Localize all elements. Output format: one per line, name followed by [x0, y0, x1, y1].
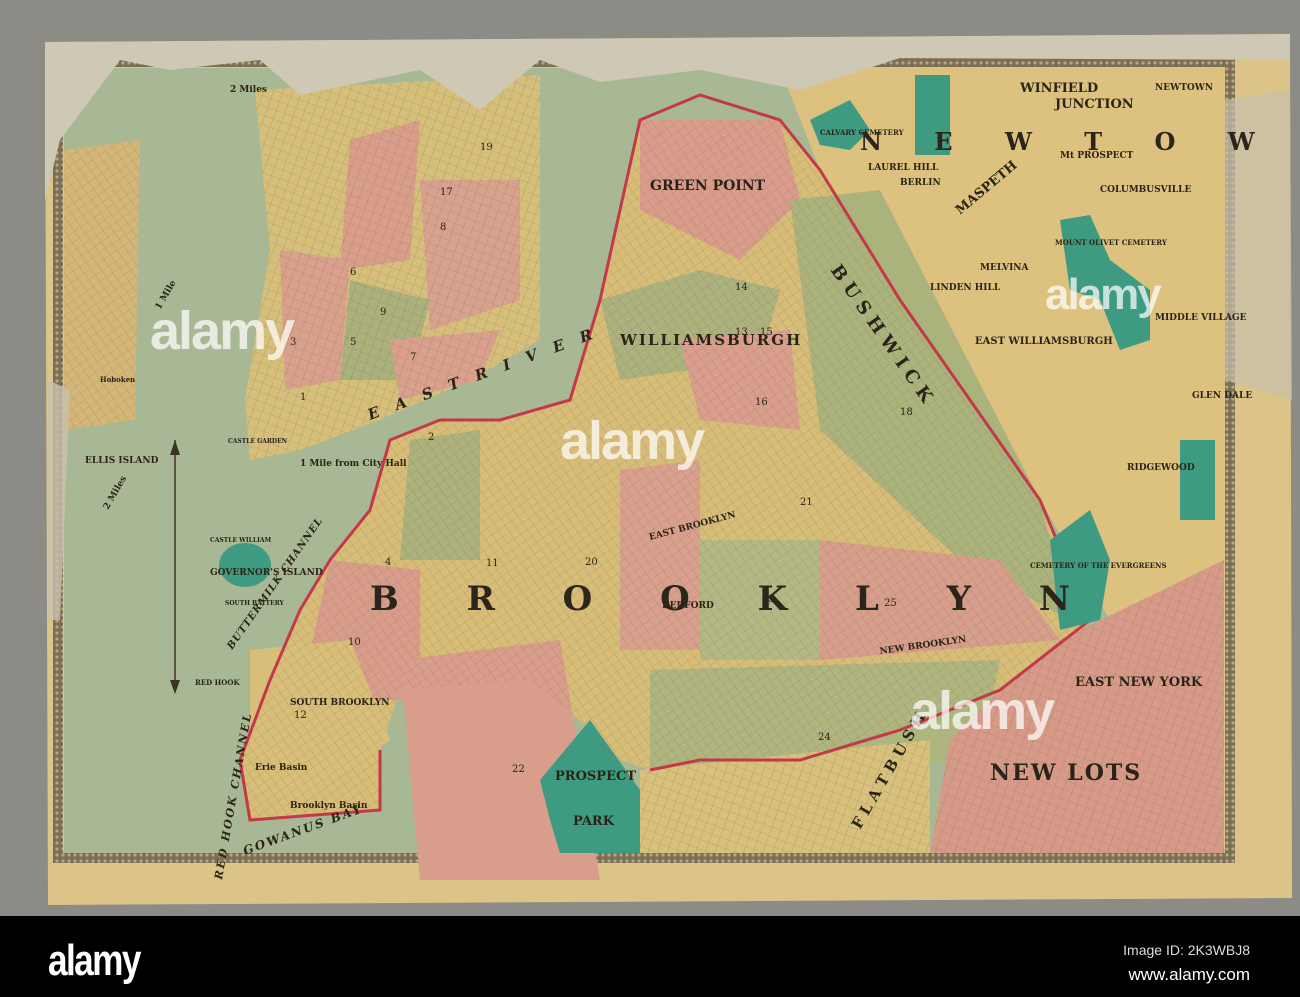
label-red-hook: RED HOOK [195, 678, 240, 687]
label-two-miles-top: 2 Miles [230, 85, 267, 95]
label-ridgewood: RIDGEWOOD [1127, 463, 1195, 473]
label-newtown-village: NEWTOWN [1155, 83, 1213, 93]
label-governors-island: GOVERNOR'S ISLAND [210, 568, 323, 578]
ward-number: 22 [512, 764, 525, 775]
watermark: alamy [910, 681, 1055, 741]
ward-number: 4 [385, 557, 391, 568]
label-ellis-island: ELLIS ISLAND [85, 456, 159, 466]
label-winfield: WINFIELD [1019, 81, 1098, 96]
ward-number: 24 [818, 732, 831, 743]
label-mt-prospect: Mt PROSPECT [1060, 151, 1134, 161]
ward-number: 20 [585, 557, 598, 568]
label-berlin: BERLIN [900, 178, 941, 188]
map-image: B R O O K L Y N N E W T O W N NEW LOTS E… [0, 0, 1300, 916]
ward-number: 25 [884, 598, 897, 609]
ward-number: 2 [428, 432, 434, 443]
ward-number: 9 [380, 307, 386, 318]
ward-number: 8 [440, 222, 446, 233]
label-melvina: MELVINA [980, 263, 1030, 273]
label-greenpoint: GREEN POINT [650, 178, 766, 194]
label-south-brooklyn: SOUTH BROOKLYN [290, 698, 390, 708]
footer-bar: alamy Image ID: 2K3WBJ8 www.alamy.com [0, 916, 1300, 997]
ward-number: 13 [735, 327, 748, 338]
ward-number: 1 [300, 392, 306, 403]
label-mount-olivet: MOUNT OLIVET CEMETERY [1055, 238, 1168, 247]
label-junction: JUNCTION [1054, 97, 1134, 112]
label-hoboken: Hoboken [100, 375, 135, 384]
ward-number: 10 [348, 637, 361, 648]
label-calvary: CALVARY CEMETERY [820, 128, 905, 137]
ward-number: 14 [735, 282, 748, 293]
ward-number: 7 [410, 352, 416, 363]
label-new-lots: NEW LOTS [990, 760, 1142, 786]
label-brooklyn: B R O O K L Y N [370, 579, 1098, 619]
ward-number: 15 [760, 327, 773, 338]
label-castle-garden: CASTLE GARDEN [228, 438, 288, 445]
ward-number: 17 [440, 187, 453, 198]
label-east-williamsburgh: EAST WILLIAMSBURGH [975, 336, 1113, 347]
site-url-link[interactable]: www.alamy.com [1128, 965, 1250, 985]
label-evergreens: CEMETERY OF THE EVERGREENS [1030, 561, 1167, 570]
ward-number: 6 [350, 267, 356, 278]
label-linden-hill: LINDEN HILL [930, 283, 1001, 293]
label-castle-william: CASTLE WILLIAM [210, 537, 272, 544]
label-park: PARK [573, 814, 615, 829]
label-bedford: BEDFORD [662, 601, 714, 611]
watermark: alamy [150, 301, 295, 361]
watermark: alamy [1045, 270, 1162, 319]
governors-island [219, 543, 271, 587]
ward-number: 12 [294, 710, 307, 721]
label-glendale: GLEN DALE [1192, 391, 1252, 401]
watermark: alamy [560, 411, 705, 471]
ward-number: 21 [800, 497, 813, 508]
ward-number: 18 [900, 407, 913, 418]
label-columbusville: COLUMBUSVILLE [1100, 185, 1191, 195]
ward-number: 11 [486, 558, 499, 569]
image-id: Image ID: 2K3WBJ8 [1123, 942, 1250, 958]
ward-number: 16 [755, 397, 768, 408]
label-williamsburgh: WILLIAMSBURGH [619, 331, 802, 349]
label-east-new-york: EAST NEW YORK [1075, 675, 1203, 690]
ward-number: 19 [480, 142, 493, 153]
label-south-battery: SOUTH BATTERY [225, 600, 285, 607]
label-prospect: PROSPECT [555, 769, 636, 784]
label-laurel-hill: LAUREL HILL [868, 163, 939, 173]
ward-number: 23 [762, 594, 775, 605]
label-one-mile-city-hall: 1 Mile from City Hall [300, 459, 407, 469]
alamy-logo[interactable]: alamy [48, 936, 141, 986]
label-erie-basin: Erie Basin [255, 763, 308, 773]
label-middle-village: MIDDLE VILLAGE [1155, 313, 1247, 323]
ward-number: 5 [350, 337, 356, 348]
